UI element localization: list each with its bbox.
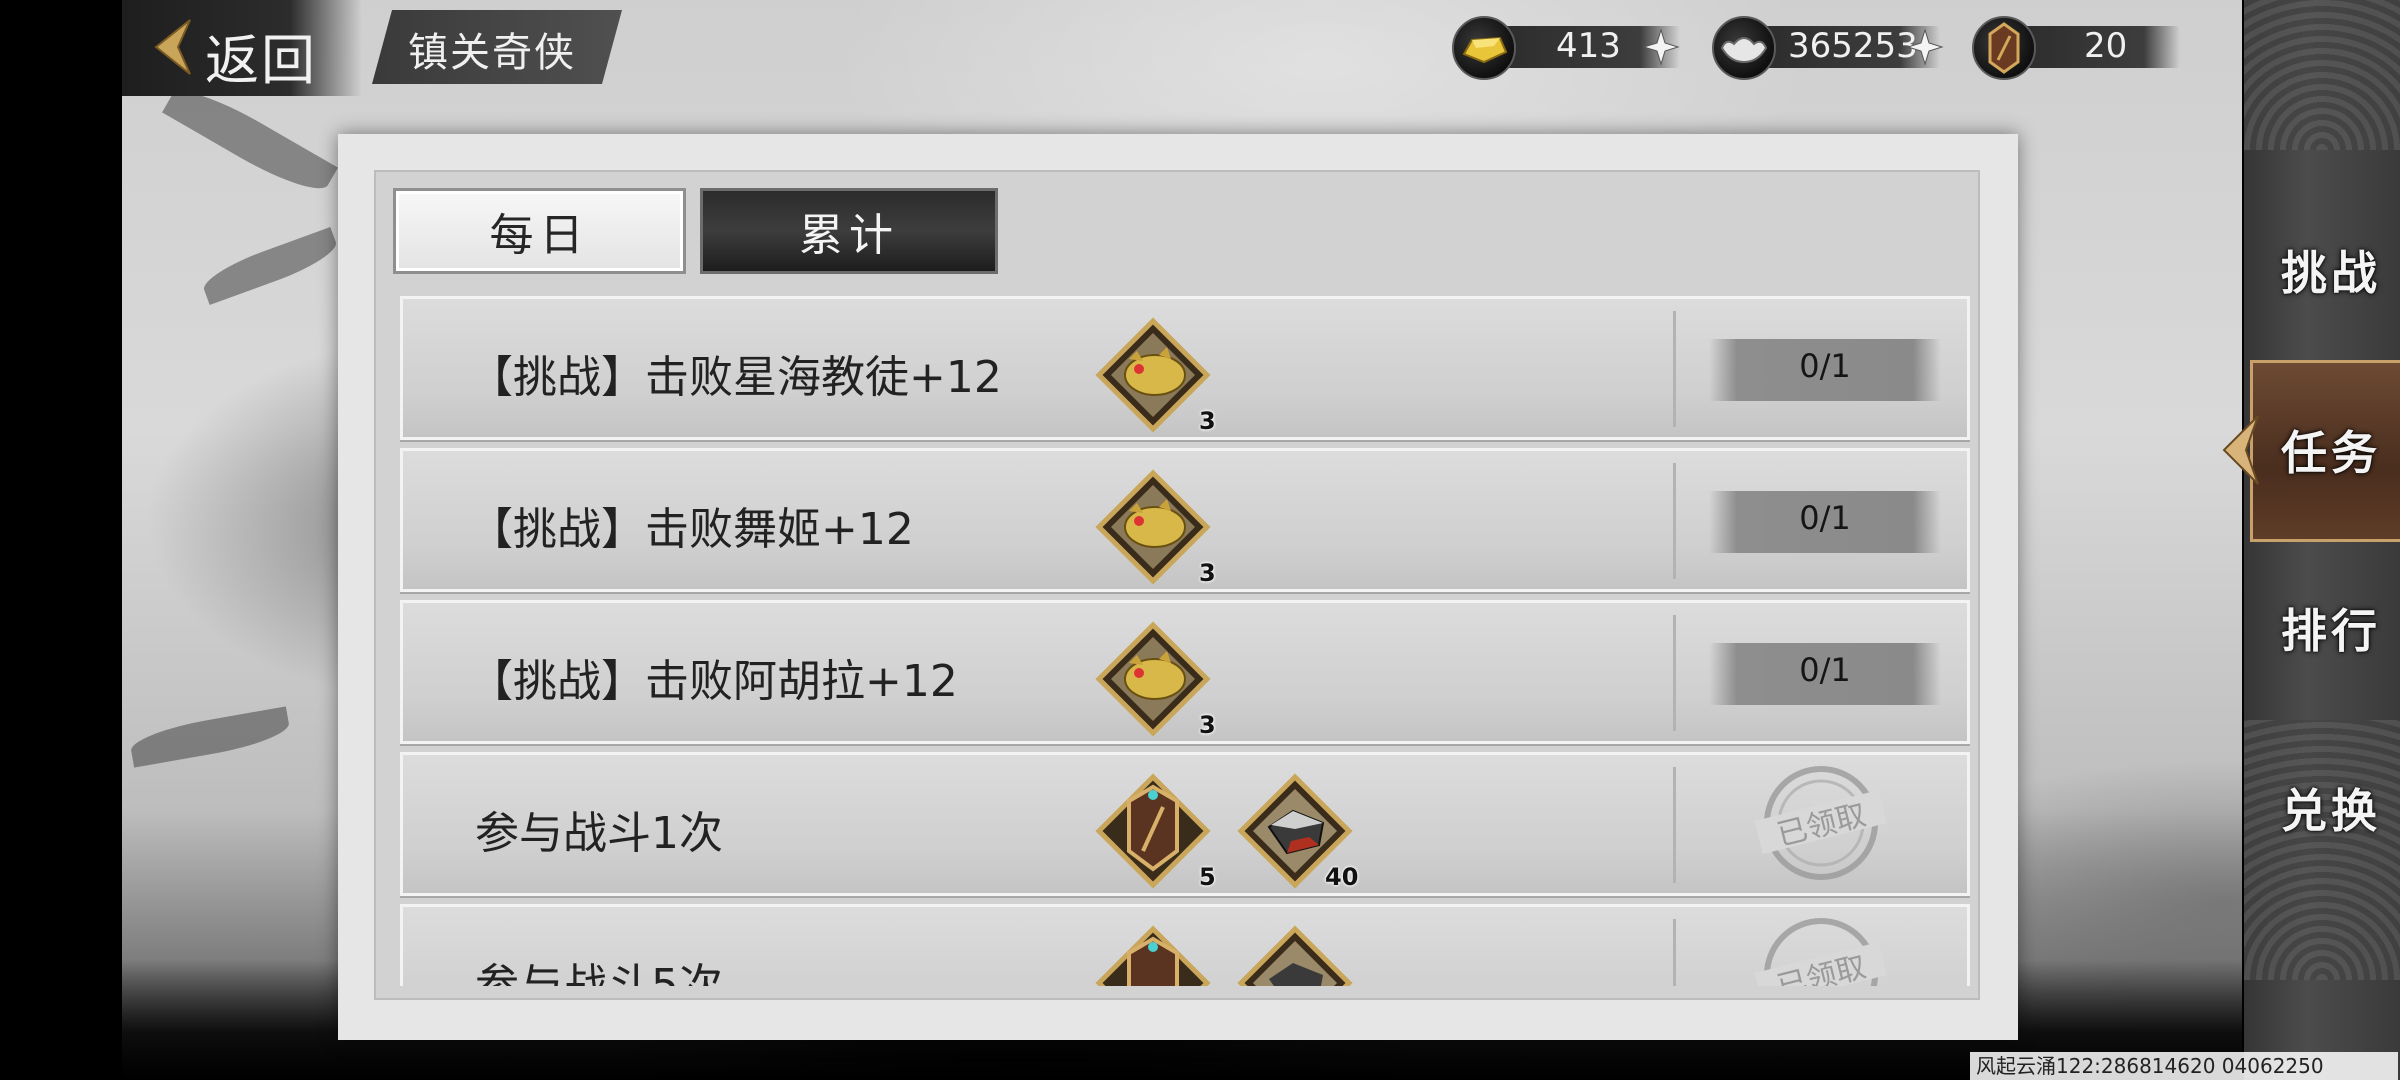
page-title: 镇关奇侠 (408, 30, 576, 76)
task-title: 【挑战】击败星海教徒+12 (469, 352, 1002, 403)
task-row: 参与战斗1次 5 40 已领取 (400, 752, 1970, 896)
reward-count: 40 (1325, 863, 1359, 891)
token-medal-icon (1972, 16, 2036, 80)
task-progress-text: 0/1 (1799, 651, 1851, 689)
row-divider (1673, 311, 1676, 427)
task-progress-bar: 0/1 (1709, 643, 1941, 705)
row-divider (1673, 919, 1676, 986)
medal-plate-icon[interactable] (1093, 923, 1213, 986)
token-amount: 20 (2084, 26, 2128, 66)
task-title: 参与战斗5次 (475, 960, 723, 986)
reward-count: 3 (1199, 407, 1216, 435)
task-progress-text: 0/1 (1799, 347, 1851, 385)
side-nav-challenge[interactable]: 挑战 (2262, 210, 2400, 330)
silver-ingot-icon (1712, 16, 1776, 80)
claimed-stamp-label: 已领取 (1774, 950, 1870, 986)
reward-count: 3 (1199, 711, 1216, 739)
row-divider (1673, 767, 1676, 883)
task-row: 【挑战】击败阿胡拉+12 3 0/1 (400, 600, 1970, 744)
yellow-beast-token-icon[interactable] (1093, 467, 1213, 587)
add-gold-plus-icon[interactable] (1640, 26, 1682, 68)
task-progress-bar: 0/1 (1709, 491, 1941, 553)
task-title: 【挑战】击败阿胡拉+12 (469, 656, 958, 707)
claimed-stamp: 已领取 (1754, 918, 1887, 986)
yellow-beast-token-icon[interactable] (1093, 315, 1213, 435)
ore-stone-icon[interactable] (1235, 923, 1355, 986)
reward-count: 3 (1199, 559, 1216, 587)
tab-daily[interactable]: 每日 (393, 188, 686, 274)
task-row: 【挑战】击败星海教徒+12 3 0/1 (400, 296, 1970, 440)
add-silver-plus-icon[interactable] (1904, 26, 1946, 68)
gold-ingot-icon (1452, 16, 1516, 80)
task-title: 参与战斗1次 (475, 808, 723, 859)
claimed-stamp: 已领取 (1754, 766, 1887, 880)
task-row: 参与战斗5次 已领取 (400, 904, 1970, 986)
task-progress-text: 0/1 (1799, 499, 1851, 537)
gold-amount: 413 (1556, 26, 1621, 66)
task-list[interactable]: 【挑战】击败星海教徒+12 3 0/1 【挑战】击败舞姬+12 3 0/1 【挑… (400, 296, 1970, 986)
medal-plate-icon[interactable] (1093, 771, 1213, 891)
side-nav-ranking[interactable]: 排行 (2262, 568, 2400, 688)
reward-count: 5 (1199, 863, 1216, 891)
tab-cumulative[interactable]: 累计 (700, 188, 998, 274)
task-title: 【挑战】击败舞姬+12 (469, 504, 914, 555)
wave-pattern-decoration (2244, 0, 2400, 150)
chevron-left-icon[interactable] (150, 18, 194, 76)
task-row: 【挑战】击败舞姬+12 3 0/1 (400, 448, 1970, 592)
left-letterbox (0, 0, 122, 1080)
side-nav-tasks[interactable]: 任务 (2262, 390, 2400, 510)
side-nav-exchange[interactable]: 兑换 (2262, 748, 2400, 868)
row-divider (1673, 615, 1676, 731)
watermark-text: 风起云涌122:286814620 04062250 (1970, 1052, 2398, 1080)
silver-amount: 365253 (1788, 26, 1918, 66)
active-indicator-arrow-icon (2222, 415, 2259, 485)
back-label[interactable]: 返回 (205, 16, 317, 95)
row-divider (1673, 463, 1676, 579)
task-progress-bar: 0/1 (1709, 339, 1941, 401)
yellow-beast-token-icon[interactable] (1093, 619, 1213, 739)
